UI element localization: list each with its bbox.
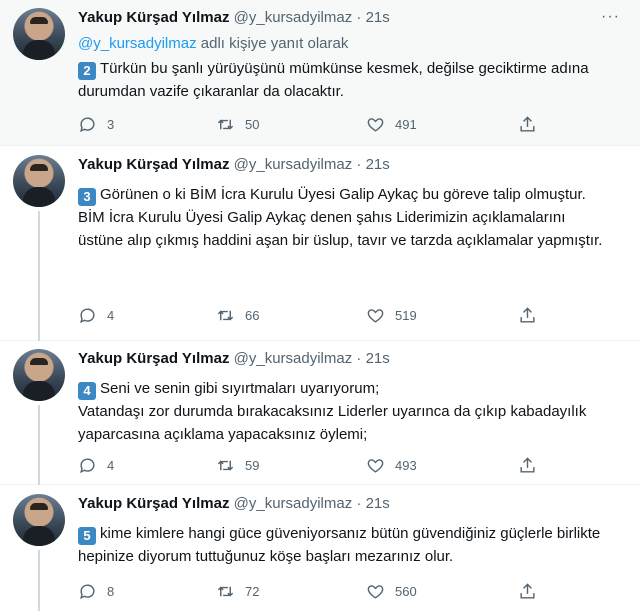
tweet-line: kime kimlere hangi güce güveniyorsanız b…: [78, 525, 601, 565]
action-bar: 3 50 491: [78, 114, 548, 134]
avatar[interactable]: [13, 349, 65, 401]
thread-line: [38, 405, 40, 485]
like-button[interactable]: 493: [366, 455, 417, 475]
number-badge: 5: [78, 527, 96, 545]
like-button[interactable]: 491: [366, 114, 417, 134]
share-button[interactable]: [518, 305, 537, 325]
retweet-count: 66: [245, 307, 260, 323]
tweet-line: Seni ve senin gibi sıyırtmaları uyarıyor…: [100, 380, 380, 397]
reply-mention-link[interactable]: @y_kursadyilmaz: [78, 35, 197, 52]
number-badge: 2: [78, 62, 96, 80]
tweet[interactable]: Yakup Kürşad Yılmaz @y_kursadyilmaz · 21…: [0, 486, 640, 611]
like-count: 560: [395, 583, 417, 599]
action-bar: 4 59 493: [78, 455, 548, 475]
author-name[interactable]: Yakup Kürşad Yılmaz: [78, 350, 229, 367]
retweet-button[interactable]: 59: [216, 455, 259, 475]
reply-icon: [80, 457, 95, 473]
timestamp[interactable]: 21s: [366, 495, 390, 512]
author-handle[interactable]: @y_kursadyilmaz: [234, 495, 353, 512]
avatar[interactable]: [13, 155, 65, 207]
like-count: 493: [395, 457, 417, 473]
retweet-count: 59: [245, 457, 260, 473]
like-button[interactable]: 560: [366, 581, 417, 601]
like-count: 491: [395, 116, 417, 132]
author-handle[interactable]: @y_kursadyilmaz: [234, 350, 353, 367]
tweet-text: 3 Görünen o ki BİM İcra Kurulu Üyesi Gali…: [78, 183, 613, 252]
reply-button[interactable]: 3: [78, 114, 114, 134]
reply-button[interactable]: 4: [78, 455, 114, 475]
timestamp[interactable]: 21s: [366, 350, 390, 367]
tweet-line: Görünen o ki BİM İcra Kurulu Üyesi Galip…: [100, 186, 586, 203]
tweet-header: Yakup Kürşad Yılmaz @y_kursadyilmaz · 21…: [78, 350, 390, 367]
reply-icon: [80, 307, 95, 323]
avatar[interactable]: [13, 494, 65, 546]
share-button[interactable]: [518, 455, 537, 475]
heart-icon: [367, 117, 384, 132]
reply-icon: [80, 116, 95, 132]
share-icon: [520, 115, 535, 132]
thread-line: [38, 211, 40, 341]
retweet-count: 72: [245, 583, 260, 599]
retweet-button[interactable]: 66: [216, 305, 259, 325]
tweet-line: Türkün bu şanlı yürüyüşünü mümkünse kesm…: [78, 60, 589, 100]
reply-button[interactable]: 4: [78, 305, 114, 325]
share-icon: [520, 306, 535, 323]
reply-count: 4: [107, 307, 115, 323]
reply-icon: [80, 583, 95, 599]
tweet-line: BİM İcra Kurulu Üyesi Galip Aykaç denen …: [78, 209, 603, 249]
author-name[interactable]: Yakup Kürşad Yılmaz: [78, 9, 229, 26]
reply-context-text: adlı kişiye yanıt olarak: [196, 35, 349, 52]
reply-count: 4: [107, 457, 115, 473]
author-name[interactable]: Yakup Kürşad Yılmaz: [78, 495, 229, 512]
reply-context: @y_kursadyilmaz adlı kişiye yanıt olarak: [78, 35, 348, 52]
retweet-button[interactable]: 50: [216, 114, 259, 134]
number-badge: 4: [78, 382, 96, 400]
author-handle[interactable]: @y_kursadyilmaz: [234, 9, 353, 26]
separator: ·: [356, 495, 362, 512]
thread-line: [38, 550, 40, 611]
heart-icon: [367, 458, 384, 473]
tweet-header: Yakup Kürşad Yılmaz @y_kursadyilmaz · 21…: [78, 9, 390, 26]
tweet-header: Yakup Kürşad Yılmaz @y_kursadyilmaz · 21…: [78, 156, 390, 173]
heart-icon: [367, 308, 384, 323]
tweet-line: Vatandaşı zor durumda bırakacaksınız Lid…: [78, 403, 587, 443]
share-icon: [520, 582, 535, 599]
retweet-icon: [217, 460, 234, 470]
tweet-text: 2 Türkün bu şanlı yürüyüşünü mümkünse kes…: [78, 57, 613, 103]
author-name[interactable]: Yakup Kürşad Yılmaz: [78, 156, 229, 173]
action-bar: 8 72 560: [78, 581, 548, 601]
tweet[interactable]: Yakup Kürşad Yılmaz @y_kursadyilmaz · 21…: [0, 0, 640, 146]
retweet-button[interactable]: 72: [216, 581, 259, 601]
like-count: 519: [395, 307, 417, 323]
action-bar: 4 66 519: [78, 305, 548, 325]
tweet-text: 4 Seni ve senin gibi sıyırtmaları uyarıyo…: [78, 377, 613, 446]
share-button[interactable]: [518, 581, 537, 601]
timestamp[interactable]: 21s: [366, 156, 390, 173]
reply-button[interactable]: 8: [78, 581, 114, 601]
separator: ·: [356, 350, 362, 367]
retweet-icon: [217, 119, 234, 129]
separator: ·: [356, 156, 362, 173]
separator: ·: [356, 9, 362, 26]
retweet-icon: [217, 310, 234, 320]
heart-icon: [367, 584, 384, 599]
more-icon[interactable]: ···: [601, 8, 620, 26]
retweet-count: 50: [245, 116, 260, 132]
reply-count: 3: [107, 116, 115, 132]
share-icon: [520, 456, 535, 473]
tweet[interactable]: Yakup Kürşad Yılmaz @y_kursadyilmaz · 21…: [0, 147, 640, 341]
retweet-icon: [217, 586, 234, 596]
avatar[interactable]: [13, 8, 65, 60]
like-button[interactable]: 519: [366, 305, 417, 325]
tweet-header: Yakup Kürşad Yılmaz @y_kursadyilmaz · 21…: [78, 495, 390, 512]
reply-count: 8: [107, 583, 115, 599]
tweet-text: 5 kime kimlere hangi güce güveniyorsanız …: [78, 522, 613, 568]
timestamp[interactable]: 21s: [366, 9, 390, 26]
share-button[interactable]: [518, 114, 537, 134]
author-handle[interactable]: @y_kursadyilmaz: [234, 156, 353, 173]
number-badge: 3: [78, 188, 96, 206]
tweet[interactable]: Yakup Kürşad Yılmaz @y_kursadyilmaz · 21…: [0, 341, 640, 485]
